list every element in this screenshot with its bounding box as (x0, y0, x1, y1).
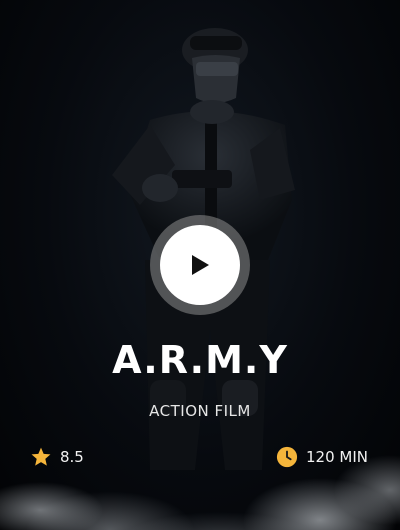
movie-title: A.R.M.Y (112, 338, 288, 382)
movie-genre: ACTION FILM (149, 402, 251, 420)
duration-value: 120 MIN (306, 448, 368, 466)
clock-icon (276, 446, 298, 468)
play-button-inner[interactable] (160, 225, 240, 305)
play-icon (192, 255, 209, 275)
rating-value: 8.5 (60, 448, 84, 466)
star-icon (31, 447, 51, 466)
movie-card[interactable]: A.R.M.Y ACTION FILM 8.5 120 MIN (0, 0, 400, 530)
duration: 120 MIN (276, 446, 368, 468)
rating: 8.5 (30, 446, 84, 468)
play-button[interactable] (150, 215, 250, 315)
